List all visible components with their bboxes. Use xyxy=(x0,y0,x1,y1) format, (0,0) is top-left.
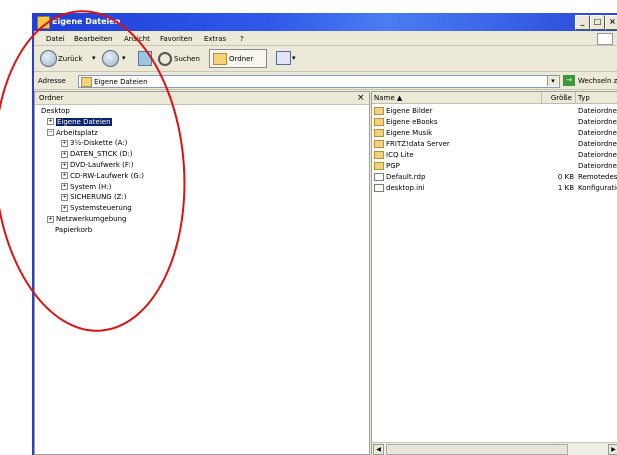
file-size: 0 KB xyxy=(557,173,574,181)
file-name: FRITZ!data Server xyxy=(386,140,450,148)
file-row[interactable]: Default.rdp 0 KB Remotedesktop xyxy=(374,172,617,183)
folder-icon xyxy=(374,140,384,148)
column-header-type[interactable]: Typ xyxy=(576,92,617,104)
folder-icon xyxy=(374,129,384,137)
file-row[interactable]: desktop.ini 1 KB Konfigurationseinst. xyxy=(374,183,617,194)
file-type: Dateiordner xyxy=(578,162,617,170)
file-icon xyxy=(374,184,384,192)
file-type: Konfigurationseinst. xyxy=(578,184,617,192)
file-list: Eigene Bilder Dateiordner Eigene eBooks Dat… xyxy=(372,106,617,436)
column-header-name[interactable]: Name ▲ xyxy=(372,92,542,104)
views-icon[interactable] xyxy=(276,51,291,65)
file-type: Dateiordner xyxy=(578,118,617,126)
file-type: Remotedesktop xyxy=(578,173,617,181)
file-row[interactable]: FRITZ!data Server Dateiordner xyxy=(374,139,617,150)
file-name: ICQ Lite xyxy=(386,151,414,159)
folders-button-label: Ordner xyxy=(229,55,254,63)
windows-logo-icon xyxy=(597,33,613,45)
go-button-label[interactable]: Wechseln zu xyxy=(578,77,617,85)
maximize-button[interactable]: □ xyxy=(590,15,605,30)
folder-icon xyxy=(374,151,384,159)
address-dropdown-icon[interactable]: ▾ xyxy=(547,76,558,86)
file-row[interactable]: Eigene Musik Dateiordner xyxy=(374,128,617,139)
column-header-size[interactable]: Größe xyxy=(542,92,576,104)
file-row[interactable]: Eigene eBooks Dateiordner xyxy=(374,117,617,128)
go-arrow-icon[interactable]: → xyxy=(563,75,575,86)
folder-icon xyxy=(374,118,384,126)
file-name: Eigene Bilder xyxy=(386,107,433,115)
file-type: Dateiordner xyxy=(578,129,617,137)
search-button-label[interactable]: Suchen xyxy=(174,55,200,63)
folder-icon xyxy=(374,162,384,170)
file-name: Eigene Musik xyxy=(386,129,433,137)
file-row[interactable]: Eigene Bilder Dateiordner xyxy=(374,106,617,117)
scroll-thumb[interactable] xyxy=(386,444,568,455)
folder-icon xyxy=(374,107,384,115)
menu-extras[interactable]: Extras xyxy=(204,35,226,43)
file-name: PGP xyxy=(386,162,400,170)
menu-favoriten[interactable]: Favoriten xyxy=(160,35,192,43)
file-type: Dateiordner xyxy=(578,151,617,159)
file-list-pane: Name ▲ Größe Typ Eigene Bilder Dateiordne… xyxy=(371,91,617,455)
file-name: Eigene eBooks xyxy=(386,118,438,126)
file-row[interactable]: PGP Dateiordner xyxy=(374,161,617,172)
folders-icon xyxy=(213,53,227,65)
file-type: Dateiordner xyxy=(578,140,617,148)
horizontal-scrollbar[interactable]: ◀ ▶ xyxy=(372,442,617,455)
close-pane-icon[interactable]: × xyxy=(357,93,365,103)
scroll-left-icon[interactable]: ◀ xyxy=(373,444,384,455)
file-type: Dateiordner xyxy=(578,107,617,115)
views-dropdown-icon[interactable]: ▾ xyxy=(292,54,296,62)
file-name: desktop.ini xyxy=(386,184,425,192)
file-row[interactable]: ICQ Lite Dateiordner xyxy=(374,150,617,161)
file-size: 1 KB xyxy=(557,184,574,192)
file-name: Default.rdp xyxy=(386,173,426,181)
minimize-button[interactable]: _ xyxy=(575,15,590,30)
file-icon xyxy=(374,173,384,181)
search-icon[interactable] xyxy=(158,52,172,66)
menu-help[interactable]: ? xyxy=(240,35,244,43)
folders-button[interactable]: Ordner xyxy=(209,49,267,68)
scroll-right-icon[interactable]: ▶ xyxy=(608,444,617,455)
close-button[interactable]: × xyxy=(605,15,617,30)
